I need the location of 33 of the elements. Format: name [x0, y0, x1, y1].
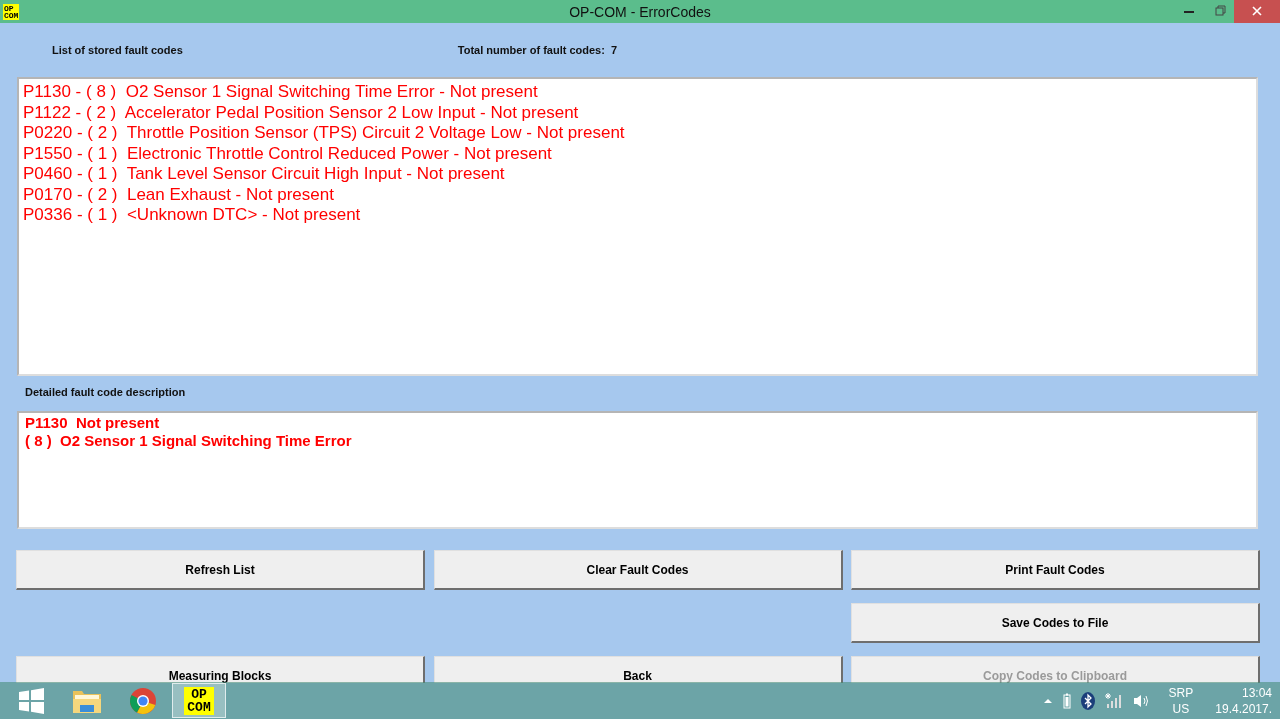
- action-button[interactable]: Clear Fault Codes: [433, 550, 843, 590]
- battery-icon[interactable]: [1062, 692, 1071, 709]
- description-line: ( 8 ) O2 Sensor 1 Signal Switching Time Error: [25, 432, 353, 450]
- fault-code-item[interactable]: P0336 - ( 1 ) <Unknown DTC> - Not present: [23, 205, 1252, 226]
- fault-code-item[interactable]: P1550 - ( 1 ) Electronic Throttle Control Reduced Power - Not present: [23, 143, 1252, 164]
- window-title: OP-COM - ErrorCodes: [569, 3, 711, 20]
- close-button[interactable]: [1234, 0, 1280, 23]
- bluetooth-icon[interactable]: [1080, 691, 1095, 710]
- app-logo: OP COM: [3, 3, 20, 20]
- action-button[interactable]: Save Codes to File: [851, 603, 1260, 643]
- keyboard-layout[interactable]: US: [1168, 700, 1194, 717]
- clock-time[interactable]: 13:04: [1215, 684, 1272, 701]
- op-com-logo: OP COM: [184, 686, 214, 715]
- clock-date[interactable]: 19.4.2017.: [1215, 700, 1272, 717]
- fault-code-item[interactable]: P0460 - ( 1 ) Tank Level Sensor Circuit High Input - Not present: [23, 164, 1252, 185]
- op-com-taskbar-button[interactable]: OP COM: [172, 683, 226, 718]
- signal-icon[interactable]: [1104, 692, 1123, 709]
- speaker-icon[interactable]: [1132, 692, 1151, 709]
- show-hidden-icons[interactable]: [1042, 697, 1053, 704]
- fault-code-item[interactable]: P0170 - ( 2 ) Lean Exhaust - Not present: [23, 184, 1252, 205]
- action-button[interactable]: Measuring Blocks: [16, 656, 425, 683]
- action-button[interactable]: Refresh List: [16, 550, 425, 590]
- fault-code-item[interactable]: P1130 - ( 8 ) O2 Sensor 1 Signal Switching Time Error - Not present: [23, 82, 1252, 103]
- fault-code-item[interactable]: P0220 - ( 2 ) Throttle Position Sensor (TPS) Circuit 2 Voltage Low - Not present: [23, 123, 1252, 144]
- detail-label: Detailed fault code description: [25, 386, 186, 398]
- language-indicator[interactable]: SRP: [1168, 684, 1194, 701]
- action-button[interactable]: Print Fault Codes: [851, 550, 1260, 590]
- action-button[interactable]: Back: [433, 656, 843, 683]
- total-count: 7: [610, 44, 617, 58]
- fault-code-item[interactable]: P1122 - ( 2 ) Accelerator Pedal Position Sensor 2 Low Input - Not present: [23, 102, 1252, 123]
- description-line: P1130 Not present: [25, 414, 161, 432]
- list-label: List of stored fault codes: [52, 44, 183, 58]
- total-label: Total number of fault codes:: [457, 44, 605, 58]
